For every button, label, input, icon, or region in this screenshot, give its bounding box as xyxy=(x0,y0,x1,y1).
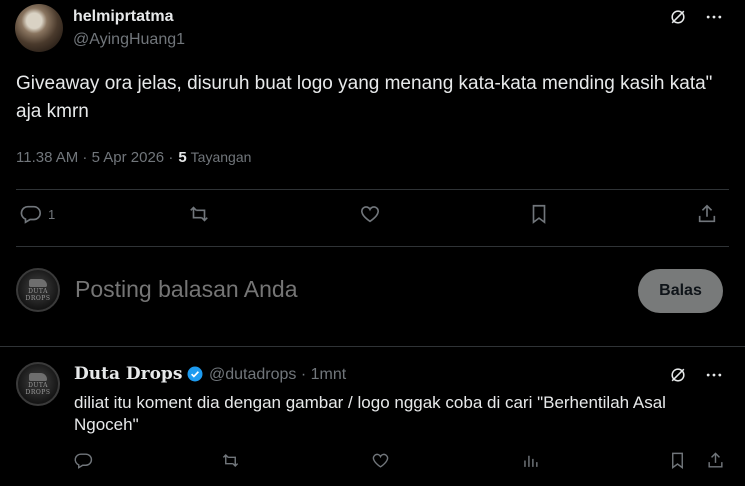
bookmark-icon xyxy=(532,204,546,224)
reply-submit-button[interactable]: Balas xyxy=(638,269,723,313)
reply-icon xyxy=(20,205,41,224)
avatar-logo-text-1: DUTA xyxy=(28,381,48,389)
page: helmiprtatma @AyingHuang1 Giveaway ora j… xyxy=(0,0,745,486)
verified-badge-icon xyxy=(187,366,203,382)
reply-display-name[interactable]: Duta Drops xyxy=(74,364,182,384)
tweet-text: Giveaway ora jelas, disuruh buat logo ya… xyxy=(16,73,713,122)
reply-retweet-button[interactable] xyxy=(221,451,240,470)
share-icon xyxy=(698,204,716,223)
more-icon[interactable] xyxy=(703,364,725,386)
reply-text: diliat itu koment dia dengan gambar / lo… xyxy=(74,393,666,434)
avatar-logo-text-1: DUTA xyxy=(28,287,48,295)
timestamp[interactable]: 11.38 AM · 5 Apr 2026 · xyxy=(16,149,173,166)
horse-logo-icon xyxy=(29,372,47,381)
reply-action-bar xyxy=(74,451,729,475)
tweet-top-icons xyxy=(667,6,725,28)
bookmark-button[interactable] xyxy=(528,203,550,225)
reply-share-button[interactable] xyxy=(706,451,725,470)
like-icon xyxy=(372,453,389,468)
more-icon[interactable] xyxy=(703,6,725,28)
avatar[interactable] xyxy=(15,4,63,52)
retweet-button[interactable] xyxy=(188,203,210,225)
like-button[interactable] xyxy=(359,203,381,225)
views-icon xyxy=(524,455,538,467)
divider xyxy=(16,246,729,247)
bookmark-icon xyxy=(672,452,683,470)
reply-like-button[interactable] xyxy=(371,451,390,470)
user-handle[interactable]: @AyingHuang1 xyxy=(73,31,185,49)
reply-views-button[interactable] xyxy=(521,451,540,470)
display-name[interactable]: helmiprtatma xyxy=(73,8,173,26)
retweet-icon xyxy=(222,453,239,468)
reply-icon xyxy=(74,453,93,469)
reply-handle-time[interactable]: @dutadrops · 1mnt xyxy=(209,366,346,384)
horse-logo-icon xyxy=(29,278,47,287)
share-button[interactable] xyxy=(696,203,718,225)
reply-top-icons xyxy=(667,364,725,386)
grok-icon[interactable] xyxy=(667,364,689,386)
divider xyxy=(16,189,729,190)
reply-count: 1 xyxy=(48,206,56,222)
retweet-icon xyxy=(190,206,208,222)
reply-reply-button[interactable] xyxy=(74,451,93,470)
reply-button[interactable]: 1 xyxy=(20,203,55,225)
views-label: Tayangan xyxy=(190,149,252,165)
views-count: 5 xyxy=(178,149,187,166)
like-icon xyxy=(360,206,380,223)
tweet-meta: 11.38 AM · 5 Apr 2026 · 5 Tayangan xyxy=(16,149,251,166)
action-bar: 1 xyxy=(20,203,720,233)
reply-display-name-row: Duta Drops xyxy=(74,364,204,384)
grok-icon[interactable] xyxy=(667,6,689,28)
reply-bookmark-button[interactable] xyxy=(668,451,687,470)
reply-input[interactable] xyxy=(75,276,615,303)
share-icon xyxy=(708,452,723,468)
reply-avatar[interactable]: DUTA DROPS xyxy=(16,362,60,406)
composer-avatar[interactable]: DUTA DROPS xyxy=(16,268,60,312)
divider xyxy=(0,346,745,347)
avatar-logo-text-2: DROPS xyxy=(25,388,51,396)
avatar-logo-text-2: DROPS xyxy=(25,294,51,302)
